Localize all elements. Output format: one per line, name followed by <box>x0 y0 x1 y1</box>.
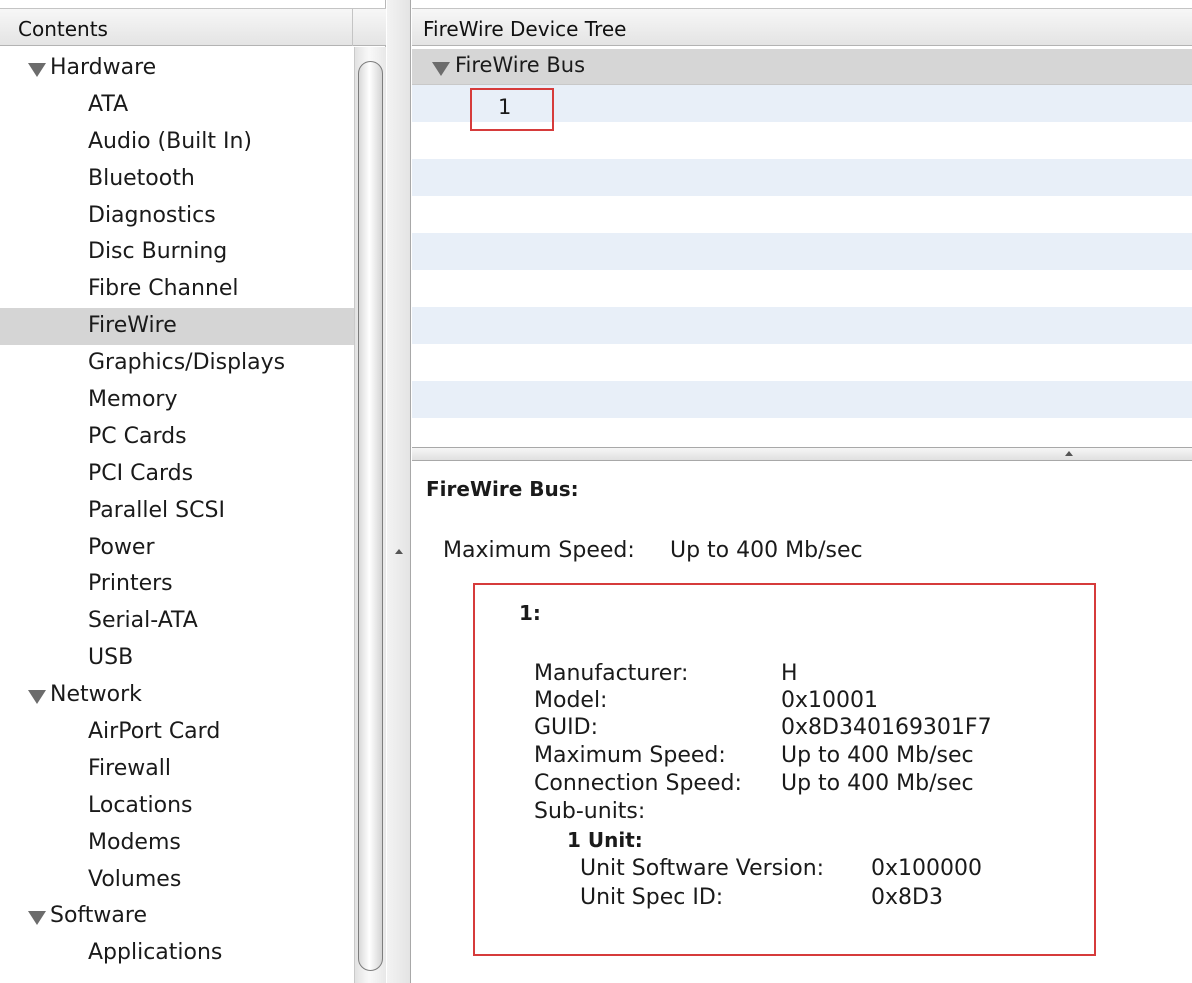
unit-spec-id-label: Unit Spec ID: <box>580 885 724 910</box>
contents-scrollbar[interactable] <box>354 47 386 983</box>
sidebar-item-label: Applications <box>88 940 223 966</box>
sidebar-item-label: Power <box>88 534 155 560</box>
detail-title: FireWire Bus: <box>426 477 579 501</box>
sidebar-item-label: Diagnostics <box>88 202 216 228</box>
disclosure-triangle-icon[interactable] <box>28 690 46 705</box>
tree-row-device-1[interactable]: 1 <box>470 88 554 131</box>
detail-view: FireWire Bus: Maximum Speed: Up to 400 M… <box>412 462 1192 983</box>
sidebar-item-applications[interactable]: Applications <box>0 935 354 972</box>
sidebar-item-pc-cards[interactable]: PC Cards <box>0 419 354 456</box>
sidebar-item-label: ATA <box>88 91 129 117</box>
device-max-speed-value: Up to 400 Mb/sec <box>781 743 974 768</box>
sidebar-category-hardware[interactable]: Hardware <box>0 50 354 87</box>
sidebar-item-label: PC Cards <box>88 423 187 449</box>
sidebar-item-label: Modems <box>88 829 181 855</box>
detail-pane: FireWire Device Tree FireWire Bus 1 Fire… <box>387 0 1192 983</box>
manufacturer-label: Manufacturer: <box>534 661 689 686</box>
sidebar-item-label: AirPort Card <box>88 719 221 745</box>
sidebar-item-modems[interactable]: Modems <box>0 825 354 862</box>
device-tree-header-label: FireWire Device Tree <box>423 17 627 41</box>
sidebar-item-label: Volumes <box>88 866 182 892</box>
sidebar-item-diagnostics[interactable]: Diagnostics <box>0 198 354 235</box>
contents-pane: Contents Hardware ATA Audio (Built In) Blue… <box>0 0 386 983</box>
horizontal-split-handle[interactable] <box>412 447 1192 461</box>
sidebar-item-pci-cards[interactable]: PCI Cards <box>0 456 354 493</box>
sidebar-item-locations[interactable]: Locations <box>0 788 354 825</box>
sidebar-item-ata[interactable]: ATA <box>0 87 354 124</box>
split-handle-arrow-icon <box>395 549 403 554</box>
sidebar-item-label: Fibre Channel <box>88 276 239 302</box>
sidebar-item-label: Printers <box>88 571 173 597</box>
sidebar-item-usb[interactable]: USB <box>0 640 354 677</box>
sidebar-item-graphics-displays[interactable]: Graphics/Displays <box>0 345 354 382</box>
split-handle-arrow-icon <box>1065 451 1073 456</box>
guid-label: GUID: <box>534 715 598 740</box>
sidebar-item-label: Audio (Built In) <box>88 128 253 154</box>
sidebar-item-airport-card[interactable]: AirPort Card <box>0 714 354 751</box>
disclosure-triangle-icon[interactable] <box>28 911 46 926</box>
tree-row-stripe <box>412 381 1192 418</box>
tree-row-stripe <box>412 307 1192 344</box>
sidebar-category-software[interactable]: Software <box>0 898 354 935</box>
column-separator <box>352 9 353 46</box>
tree-row-stripe <box>412 233 1192 270</box>
sidebar-item-label: Disc Burning <box>88 239 228 265</box>
sidebar-item-disc-burning[interactable]: Disc Burning <box>0 234 354 271</box>
sidebar-item-label: Firewall <box>88 755 171 781</box>
contents-scroll-thumb[interactable] <box>358 61 383 971</box>
sidebar-category-network[interactable]: Network <box>0 677 354 714</box>
max-speed-value: Up to 400 Mb/sec <box>670 538 863 563</box>
sidebar-item-fibre-channel[interactable]: Fibre Channel <box>0 271 354 308</box>
contents-column-header[interactable]: Contents <box>0 8 386 46</box>
sidebar-item-bluetooth[interactable]: Bluetooth <box>0 161 354 198</box>
sidebar-item-volumes[interactable]: Volumes <box>0 862 354 899</box>
device-tree: FireWire Bus 1 <box>412 47 1192 447</box>
sidebar-item-label: USB <box>88 645 134 671</box>
vertical-split-handle[interactable] <box>387 0 411 983</box>
unit-software-version-label: Unit Software Version: <box>580 856 825 881</box>
disclosure-triangle-icon[interactable] <box>28 63 46 77</box>
guid-value: 0x8D340169301F7 <box>781 715 992 740</box>
device-tree-column-header[interactable]: FireWire Device Tree <box>412 8 1192 46</box>
device-details-box: 1: Manufacturer: H Model: 0x10001 GUID: … <box>473 583 1096 956</box>
sidebar-item-label: Software <box>50 903 147 929</box>
model-label: Model: <box>534 688 608 713</box>
tree-row-stripe <box>412 159 1192 196</box>
sidebar-item-audio-built-in[interactable]: Audio (Built In) <box>0 124 354 161</box>
subunit-heading: 1 Unit: <box>567 828 643 852</box>
sidebar-item-printers[interactable]: Printers <box>0 566 354 603</box>
device-heading: 1: <box>519 601 541 625</box>
sidebar-item-label: PCI Cards <box>88 460 194 486</box>
sidebar-item-label: Bluetooth <box>88 165 195 191</box>
manufacturer-value: H <box>781 661 798 686</box>
disclosure-triangle-icon[interactable] <box>432 62 450 76</box>
sidebar-item-label: Locations <box>88 792 193 818</box>
sidebar-item-label: Hardware <box>50 55 157 80</box>
sidebar-item-label: Network <box>50 682 142 708</box>
connection-speed-label: Connection Speed: <box>534 771 742 796</box>
sidebar-item-memory[interactable]: Memory <box>0 382 354 419</box>
tree-device-label: 1 <box>498 95 512 119</box>
contents-list: Hardware ATA Audio (Built In) Bluetooth Diag… <box>0 50 354 972</box>
sidebar-item-serial-ata[interactable]: Serial-ATA <box>0 603 354 640</box>
sidebar-item-label: Graphics/Displays <box>88 350 286 376</box>
sidebar-item-label: Memory <box>88 387 178 413</box>
unit-spec-id-value: 0x8D3 <box>871 885 943 910</box>
connection-speed-value: Up to 400 Mb/sec <box>781 771 974 796</box>
sidebar-item-label: FireWire <box>88 313 177 339</box>
contents-header-label: Contents <box>18 17 108 41</box>
sidebar-item-firewall[interactable]: Firewall <box>0 751 354 788</box>
unit-software-version-value: 0x100000 <box>871 856 982 881</box>
sidebar-item-label: Serial-ATA <box>88 608 198 634</box>
tree-bus-label: FireWire Bus <box>455 53 586 77</box>
sub-units-label: Sub-units: <box>534 799 646 824</box>
sidebar-item-power[interactable]: Power <box>0 530 354 567</box>
max-speed-label: Maximum Speed: <box>443 538 635 563</box>
device-max-speed-label: Maximum Speed: <box>534 743 726 768</box>
sidebar-item-parallel-scsi[interactable]: Parallel SCSI <box>0 493 354 530</box>
sidebar-item-label: Parallel SCSI <box>88 497 225 523</box>
tree-row-firewire-bus[interactable]: FireWire Bus <box>412 49 1192 85</box>
sidebar-item-firewire[interactable]: FireWire <box>0 308 354 346</box>
model-value: 0x10001 <box>781 688 879 713</box>
